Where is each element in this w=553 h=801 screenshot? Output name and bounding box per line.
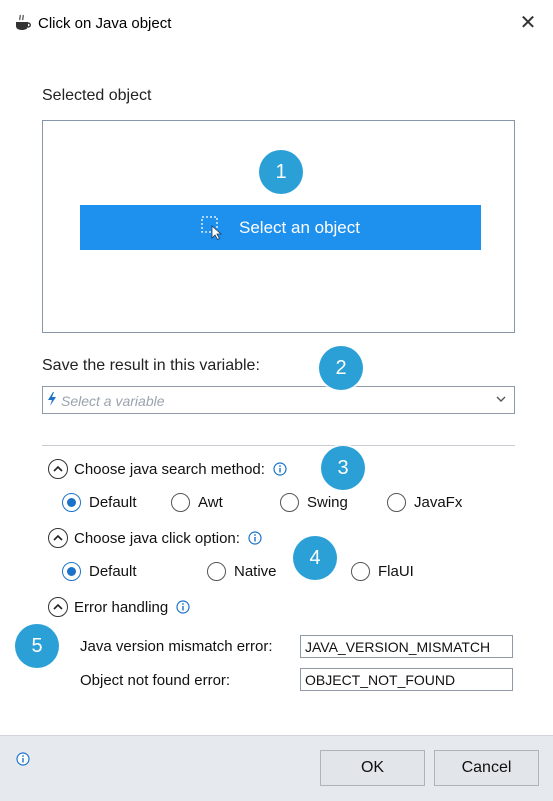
step-badge-1: 1	[259, 150, 303, 194]
click-option-native-radio[interactable]: Native	[207, 562, 277, 581]
java-coffee-cup-icon	[16, 14, 31, 30]
chevron-down-icon	[496, 396, 506, 402]
chevron-up-icon[interactable]	[48, 528, 68, 548]
click-option-flaui-radio[interactable]: FlaUI	[351, 562, 414, 581]
select-object-button[interactable]: Select an object	[80, 205, 481, 250]
search-method-default-radio[interactable]: Default	[62, 493, 137, 512]
error-handling-expander: Error handling	[48, 597, 190, 617]
radio-selected-indicator	[62, 493, 81, 512]
error-handling-label: Error handling	[74, 598, 169, 616]
java-version-mismatch-label: Java version mismatch error:	[80, 638, 273, 655]
object-not-found-label: Object not found error:	[80, 672, 231, 689]
cancel-button[interactable]: Cancel	[434, 750, 539, 786]
radio-label: Default	[89, 494, 137, 511]
java-version-mismatch-input[interactable]	[300, 635, 513, 658]
radio-selected-indicator	[62, 562, 81, 581]
dialog-footer: OK Cancel	[0, 735, 553, 801]
select-object-button-label: Select an object	[239, 217, 360, 237]
variable-dropdown[interactable]: Select a variable	[42, 386, 515, 414]
variable-placeholder: Select a variable	[61, 393, 165, 409]
selected-object-label: Selected object	[42, 87, 152, 104]
step-badge-2: 2	[319, 346, 363, 390]
step-badge-4: 4	[293, 536, 337, 580]
info-icon[interactable]	[248, 531, 262, 545]
search-method-label: Choose java search method:	[74, 460, 265, 478]
search-method-javafx-radio[interactable]: JavaFx	[387, 493, 462, 512]
radio-indicator	[207, 562, 226, 581]
search-method-expander: Choose java search method:	[48, 459, 287, 479]
step-badge-5: 5	[15, 624, 59, 668]
click-option-label: Choose java click option:	[74, 529, 240, 547]
chevron-up-icon[interactable]	[48, 597, 68, 617]
radio-label: Swing	[307, 494, 348, 511]
radio-label: Native	[234, 563, 277, 580]
step-badge-3: 3	[321, 446, 365, 490]
ok-button[interactable]: OK	[320, 750, 425, 786]
info-icon[interactable]	[273, 462, 287, 476]
title-bar: Click on Java object ✕	[0, 0, 553, 50]
search-method-awt-radio[interactable]: Awt	[171, 493, 223, 512]
close-button[interactable]: ✕	[515, 10, 541, 36]
lightning-bolt-icon	[48, 392, 56, 406]
radio-indicator	[351, 562, 370, 581]
info-icon[interactable]	[176, 600, 190, 614]
variable-label: Save the result in this variable:	[42, 357, 260, 374]
radio-indicator	[387, 493, 406, 512]
dashed-selection-cursor-icon	[201, 215, 223, 240]
click-option-default-radio[interactable]: Default	[62, 562, 137, 581]
chevron-up-icon[interactable]	[48, 459, 68, 479]
radio-label: Default	[89, 563, 137, 580]
click-option-expander: Choose java click option:	[48, 528, 262, 548]
section-divider	[42, 445, 515, 446]
info-icon[interactable]	[16, 752, 30, 766]
radio-label: FlaUI	[378, 563, 414, 580]
search-method-swing-radio[interactable]: Swing	[280, 493, 348, 512]
radio-label: JavaFx	[414, 494, 463, 511]
radio-label: Awt	[198, 494, 223, 511]
radio-indicator	[171, 493, 190, 512]
object-not-found-input[interactable]	[300, 668, 513, 691]
window-title: Click on Java object	[38, 15, 172, 32]
radio-indicator	[280, 493, 299, 512]
